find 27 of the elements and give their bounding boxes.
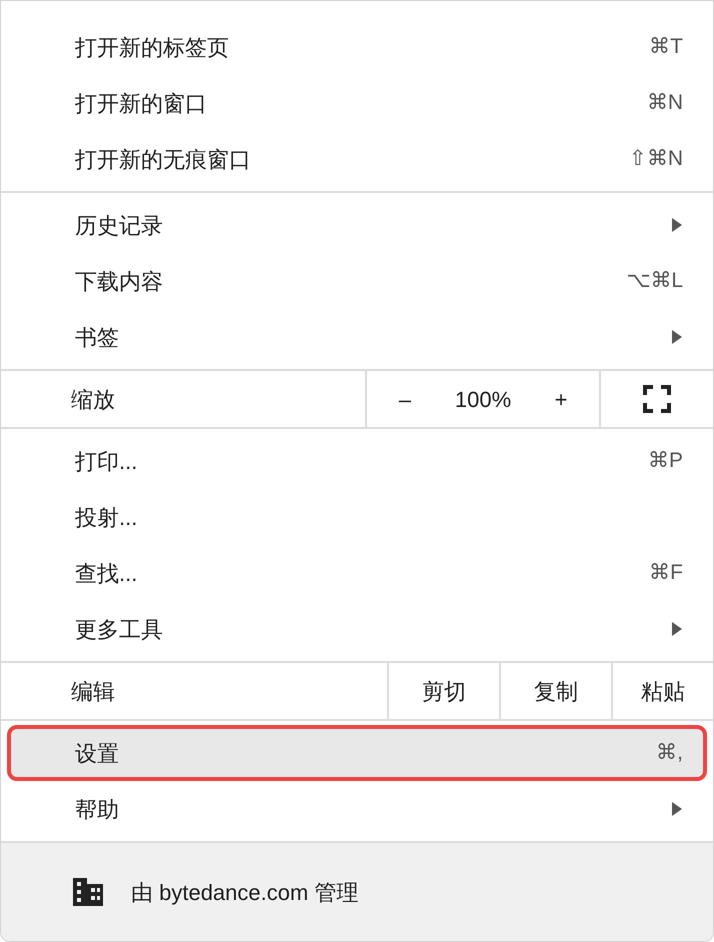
shortcut-text: ⇧⌘N — [628, 146, 683, 172]
menu-item[interactable]: 书签 — [7, 309, 707, 365]
shortcut-text: ⌥⌘L — [626, 268, 683, 294]
menu-item[interactable]: 查找... ⌘F — [7, 545, 707, 601]
menu-item[interactable]: 帮助 — [7, 781, 707, 837]
shortcut-text: ⌘, — [656, 740, 683, 766]
menu-item[interactable]: 设置 ⌘, — [7, 725, 707, 781]
menu-item[interactable]: 下载内容 ⌥⌘L — [7, 253, 707, 309]
menu-item[interactable]: 打开新的标签页 ⌘T — [7, 19, 707, 75]
menu-item[interactable]: 投射... — [7, 489, 707, 545]
zoom-label: 缩放 — [70, 386, 116, 414]
zoom-level-text: 100% — [454, 386, 512, 414]
menu-item[interactable]: 打开新的无痕窗口 ⇧⌘N — [7, 131, 707, 187]
building-icon — [73, 878, 105, 906]
menu-item[interactable]: 更多工具 — [7, 601, 707, 657]
menu-item[interactable]: 历史记录 — [7, 197, 707, 253]
shortcut-text: ⌘T — [649, 34, 683, 60]
managed-by-text: 由 bytedance.com 管理 — [131, 878, 358, 907]
edit-label: 编辑 — [70, 678, 116, 706]
fullscreen-icon — [643, 385, 671, 413]
shortcut-text: ⌘P — [648, 448, 683, 474]
zoom-in-button[interactable]: + — [549, 382, 573, 416]
shortcut-text: ⌘F — [649, 560, 683, 586]
shortcut-text: ⌘N — [646, 90, 683, 116]
zoom-out-button[interactable]: – — [393, 382, 417, 416]
menu-item[interactable]: 打印... ⌘P — [7, 433, 707, 489]
menu-item[interactable]: 打开新的窗口 ⌘N — [7, 75, 707, 131]
